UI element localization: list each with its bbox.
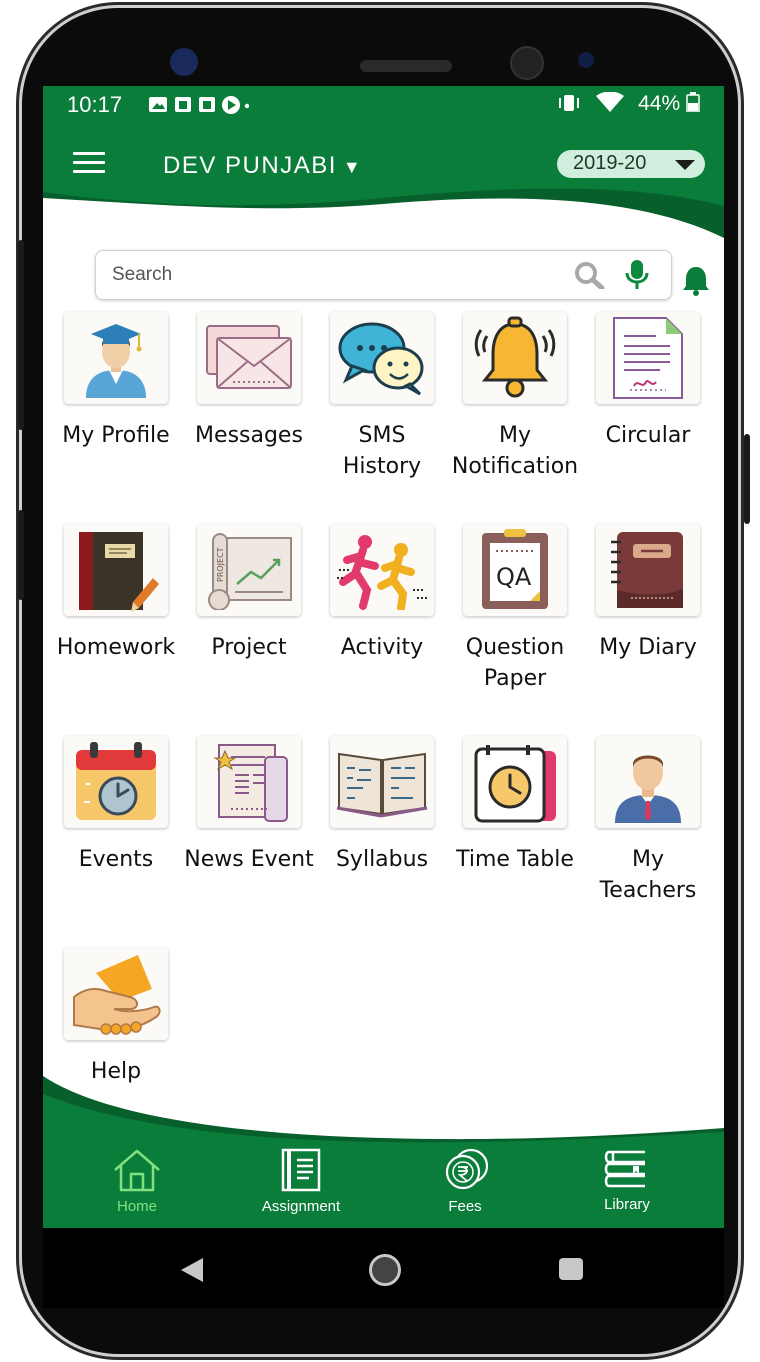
- menu-tile-activity[interactable]: Activity: [317, 524, 447, 663]
- menu-tile-my-teachers[interactable]: My Teachers: [583, 736, 713, 906]
- coins-icon: [405, 1148, 525, 1196]
- nav-item-fees[interactable]: Fees: [405, 1148, 525, 1215]
- svg-text:PROJECT: PROJECT: [216, 547, 225, 582]
- calendar-clock-icon: [64, 736, 168, 828]
- battery-percent: 44%: [638, 92, 681, 115]
- alarm-clock-icon: [463, 736, 567, 828]
- menu-tile-label: Question Paper: [465, 635, 565, 691]
- qa-paper-icon: QA: [463, 524, 567, 616]
- diary-icon: [596, 524, 700, 616]
- power-button: [744, 434, 750, 524]
- notification-bell-icon[interactable]: [681, 264, 711, 296]
- menu-tile-circular[interactable]: Circular: [583, 312, 713, 451]
- project-chart-icon: PROJECT: [197, 524, 301, 616]
- menu-tile-my-notification[interactable]: My Notification: [450, 312, 580, 482]
- nav-item-assignment[interactable]: Assignment: [241, 1148, 361, 1215]
- teacher-icon: [596, 736, 700, 828]
- chat-bubbles-icon: [330, 312, 434, 404]
- menu-tile-label: News Event: [184, 847, 314, 872]
- menu-tile-syllabus[interactable]: Syllabus: [317, 736, 447, 875]
- session-year: 2019-20: [573, 152, 647, 174]
- menu-tile-label: My Notification: [451, 423, 579, 479]
- wifi-icon: [596, 91, 625, 112]
- home-button-icon[interactable]: [369, 1254, 401, 1286]
- nav-item-library[interactable]: Library: [567, 1148, 687, 1213]
- front-camera: [170, 48, 198, 76]
- session-year-dropdown[interactable]: 2019-20: [557, 150, 705, 178]
- graduate-icon: [64, 312, 168, 404]
- helping-hand-icon: [64, 948, 168, 1040]
- nav-label: Home: [116, 1198, 157, 1215]
- menu-tile-label: Circular: [605, 423, 691, 448]
- school-name: DEV PUNJABI: [163, 152, 337, 179]
- books-icon: [567, 1148, 687, 1194]
- runners-icon: [330, 524, 434, 616]
- menu-tile-time-table[interactable]: Time Table: [450, 736, 580, 875]
- school-selector[interactable]: DEV PUNJABI ▼: [163, 152, 362, 180]
- menu-tile-label: Events: [78, 847, 154, 872]
- bell-icon: [463, 312, 567, 404]
- dropdown-arrow-icon: [675, 160, 695, 170]
- nav-label: Fees: [448, 1198, 482, 1215]
- open-book-icon: [330, 736, 434, 828]
- assignment-icon: [241, 1148, 361, 1196]
- search-icon[interactable]: [574, 261, 606, 289]
- menu-tile-label: My Profile: [62, 423, 170, 448]
- menu-tile-news-event[interactable]: News Event: [184, 736, 314, 875]
- vibrate-icon: [559, 95, 580, 111]
- menu-tile-my-profile[interactable]: My Profile: [51, 312, 181, 451]
- menu-tile-help[interactable]: Help: [51, 948, 181, 1087]
- notebook-pencil-icon: [64, 524, 168, 616]
- status-right: 44%: [556, 91, 700, 116]
- bixby-button: [18, 510, 24, 600]
- battery-icon: [686, 92, 700, 113]
- recents-icon[interactable]: [559, 1258, 583, 1280]
- notification-icons: [149, 95, 250, 120]
- home-icon: [77, 1148, 197, 1196]
- menu-tile-label: Project: [211, 635, 287, 660]
- menu-tile-label: SMS History: [342, 423, 422, 479]
- earpiece-speaker: [360, 60, 452, 72]
- volume-button: [18, 240, 24, 430]
- menu-tile-label: Syllabus: [335, 847, 429, 872]
- sensor: [510, 46, 544, 80]
- menu-tile-messages[interactable]: Messages: [184, 312, 314, 451]
- status-bar: 10:17 44%: [43, 86, 724, 124]
- document-icon: [596, 312, 700, 404]
- envelope-icon: [197, 312, 301, 404]
- caret-down-icon: ▼: [342, 157, 363, 177]
- newspaper-icon: [197, 736, 301, 828]
- menu-tile-label: Activity: [340, 635, 424, 660]
- microphone-icon[interactable]: [624, 259, 650, 291]
- clock: 10:17: [67, 92, 123, 117]
- app-screen: 10:17 44% DEV PUNJABI ▼ 2019-20 Search M…: [43, 86, 724, 1228]
- menu-tile-events[interactable]: Events: [51, 736, 181, 875]
- nav-label: Library: [604, 1196, 650, 1213]
- menu-tile-question-paper[interactable]: QA Question Paper: [450, 524, 580, 694]
- svg-text:QA: QA: [496, 563, 532, 591]
- menu-tile-label: My Diary: [599, 635, 697, 660]
- search-bar: [95, 250, 672, 300]
- menu-tile-label: Homework: [56, 635, 176, 660]
- menu-tile-label: Time Table: [456, 847, 574, 872]
- nav-label: Assignment: [261, 1198, 341, 1215]
- menu-tile-sms-history[interactable]: SMS History: [317, 312, 447, 482]
- hamburger-menu-icon[interactable]: [73, 152, 105, 174]
- search-input[interactable]: [110, 259, 554, 291]
- menu-tile-homework[interactable]: Homework: [51, 524, 181, 663]
- menu-tile-label: Messages: [195, 423, 303, 448]
- bottom-navigation: Home Assignment Fees Library: [43, 1140, 724, 1228]
- menu-tile-project[interactable]: PROJECT Project: [184, 524, 314, 663]
- system-navigation-bar: [43, 1228, 724, 1308]
- nav-item-home[interactable]: Home: [77, 1148, 197, 1215]
- proximity-sensor: [578, 52, 594, 68]
- back-icon[interactable]: [181, 1258, 203, 1282]
- menu-tile-my-diary[interactable]: My Diary: [583, 524, 713, 663]
- menu-tile-label: My Teachers: [599, 847, 697, 903]
